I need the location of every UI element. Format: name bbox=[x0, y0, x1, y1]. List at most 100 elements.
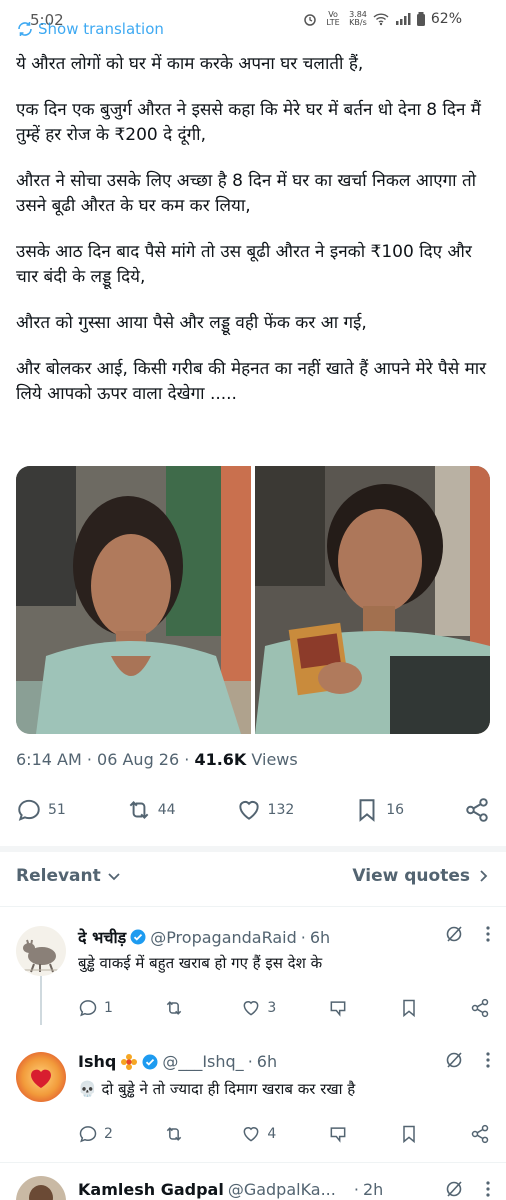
heart-icon bbox=[243, 1001, 259, 1016]
downvote-button[interactable] bbox=[328, 998, 348, 1018]
reply-actions: 2 4 bbox=[78, 1124, 490, 1144]
repost-icon bbox=[166, 1001, 182, 1015]
reply-button[interactable]: 51 bbox=[16, 797, 66, 823]
more-options-icon[interactable] bbox=[486, 926, 490, 942]
battery-icon bbox=[416, 12, 425, 26]
signal-icon bbox=[395, 13, 411, 25]
reply-time: 2h bbox=[362, 1180, 384, 1199]
like-button[interactable]: 4 bbox=[241, 1124, 276, 1144]
bookmark-icon bbox=[359, 799, 375, 822]
bookmark-icon bbox=[402, 999, 415, 1018]
reply-count: 1 bbox=[104, 1000, 113, 1016]
more-options-icon[interactable] bbox=[486, 1181, 490, 1197]
avatar[interactable] bbox=[16, 1052, 66, 1102]
reply-menu bbox=[444, 1050, 490, 1070]
post-date: 06 Aug 26 bbox=[97, 750, 180, 769]
repost-icon bbox=[129, 801, 149, 819]
share-button[interactable] bbox=[464, 797, 490, 823]
post-views-label: Views bbox=[251, 750, 298, 769]
meta-dot: · bbox=[184, 750, 195, 769]
downvote-icon bbox=[330, 1001, 345, 1017]
grok-icon[interactable] bbox=[444, 924, 464, 944]
reply-count: 51 bbox=[48, 802, 66, 818]
show-translation-link[interactable]: Show translation bbox=[16, 20, 164, 38]
reply-text: बुड्ढे वाकई में बहुत खराब हो गए हैं इस द… bbox=[78, 954, 323, 972]
reply-button[interactable]: 1 bbox=[78, 998, 113, 1018]
reply-item[interactable]: Kamlesh Gadpal @GadpalKa... · 2h bbox=[16, 1176, 490, 1200]
sort-relevant-button[interactable]: Relevant bbox=[16, 866, 121, 886]
grok-icon[interactable] bbox=[444, 1179, 464, 1199]
reply-author-name[interactable]: दे भचीड़ bbox=[78, 926, 126, 948]
share-button[interactable] bbox=[470, 998, 490, 1018]
reply-header: Kamlesh Gadpal @GadpalKa... · 2h bbox=[78, 1180, 383, 1199]
bookmark-button[interactable] bbox=[399, 998, 419, 1018]
reply-time: 6h bbox=[256, 1052, 278, 1071]
post-paragraph: और बोलकर आई, किसी गरीब की मेहनत का नहीं … bbox=[16, 359, 487, 404]
reply-icon bbox=[79, 1000, 97, 1017]
post-time: 6:14 AM bbox=[16, 750, 82, 769]
post-views-count: 41.6K bbox=[194, 750, 247, 769]
post-meta: 6:14 AM · 06 Aug 26 · 41.6K Views bbox=[16, 750, 298, 769]
sort-label: Relevant bbox=[16, 866, 101, 886]
downvote-icon bbox=[330, 1127, 345, 1143]
verified-badge-icon bbox=[130, 929, 146, 945]
reply-menu bbox=[444, 924, 490, 944]
post-photo-2[interactable] bbox=[255, 466, 490, 734]
post-text: ये औरत लोगों को घर में काम करके अपना घर … bbox=[16, 52, 494, 428]
post-actions: 51 44 132 16 bbox=[16, 795, 490, 825]
downvote-button[interactable] bbox=[328, 1124, 348, 1144]
reply-item[interactable]: Ishq @___Ishq_ · 6h 💀 दो बुड्ढे ने तो ज्… bbox=[16, 1052, 490, 1152]
like-count: 4 bbox=[267, 1126, 277, 1142]
meta-dot: · bbox=[353, 1180, 359, 1199]
net-speed-unit: KB/s bbox=[349, 18, 367, 27]
post-photo-1[interactable] bbox=[16, 466, 251, 734]
person-avatar-image bbox=[16, 1176, 66, 1200]
alarm-icon bbox=[304, 14, 316, 26]
bookmark-icon bbox=[402, 1125, 415, 1144]
reply-author-handle[interactable]: @___Ishq_ bbox=[162, 1052, 243, 1071]
reply-icon bbox=[79, 1126, 97, 1143]
replies-sort-row: Relevant View quotes bbox=[16, 866, 490, 886]
grok-icon[interactable] bbox=[444, 1050, 464, 1070]
heart-avatar-image bbox=[16, 1052, 66, 1102]
repost-icon bbox=[166, 1127, 182, 1141]
share-icon bbox=[466, 798, 488, 822]
reply-actions: 1 3 bbox=[78, 998, 490, 1018]
reply-author-handle[interactable]: @GadpalKa... bbox=[228, 1180, 336, 1199]
like-button[interactable]: 132 bbox=[236, 797, 295, 823]
share-button[interactable] bbox=[470, 1124, 490, 1144]
bookmark-button[interactable] bbox=[399, 1124, 419, 1144]
reply-author-name[interactable]: Ishq bbox=[78, 1052, 116, 1071]
share-icon bbox=[471, 998, 489, 1018]
avatar[interactable] bbox=[16, 926, 66, 976]
reply-time: 6h bbox=[309, 927, 331, 947]
repost-button[interactable] bbox=[164, 1124, 190, 1144]
bookmark-button[interactable]: 16 bbox=[354, 797, 404, 823]
repost-count: 44 bbox=[157, 802, 176, 818]
more-options-icon[interactable] bbox=[486, 1052, 490, 1068]
reply-author-handle[interactable]: @PropagandaRaid bbox=[150, 928, 297, 947]
reply-header: Ishq @___Ishq_ · 6h bbox=[78, 1052, 277, 1071]
reply-item[interactable]: दे भचीड़ @PropagandaRaid · 6h बुड्ढे वाक… bbox=[16, 926, 490, 1026]
reply-author-name[interactable]: Kamlesh Gadpal bbox=[78, 1180, 224, 1199]
reply-text: 💀 दो बुड्ढे ने तो ज्यादा ही दिमाग खराब क… bbox=[78, 1080, 356, 1098]
verified-badge-icon bbox=[142, 1054, 158, 1069]
post-media[interactable] bbox=[16, 466, 490, 734]
like-button[interactable]: 3 bbox=[241, 998, 276, 1018]
wifi-icon bbox=[373, 13, 389, 26]
section-divider bbox=[0, 846, 506, 852]
like-count: 132 bbox=[267, 802, 295, 818]
reply-button[interactable]: 2 bbox=[78, 1124, 113, 1144]
repost-button[interactable]: 44 bbox=[126, 797, 176, 823]
donkey-avatar-image bbox=[16, 926, 66, 976]
heart-icon bbox=[243, 1127, 259, 1142]
view-quotes-button[interactable]: View quotes bbox=[352, 866, 490, 886]
meta-dot: · bbox=[300, 927, 306, 947]
status-indicators: Vo LTE 3.84 KB/s 62% bbox=[303, 11, 462, 27]
post-paragraph: उसके आठ दिन बाद पैसे मांगे तो उस बूढी और… bbox=[16, 242, 472, 287]
divider bbox=[0, 1162, 506, 1163]
post-paragraph: औरत को गुस्सा आया पैसे और लड्डू वही फेंक… bbox=[16, 313, 367, 333]
chevron-right-icon bbox=[480, 870, 488, 882]
repost-button[interactable] bbox=[164, 998, 190, 1018]
avatar[interactable] bbox=[16, 1176, 66, 1200]
